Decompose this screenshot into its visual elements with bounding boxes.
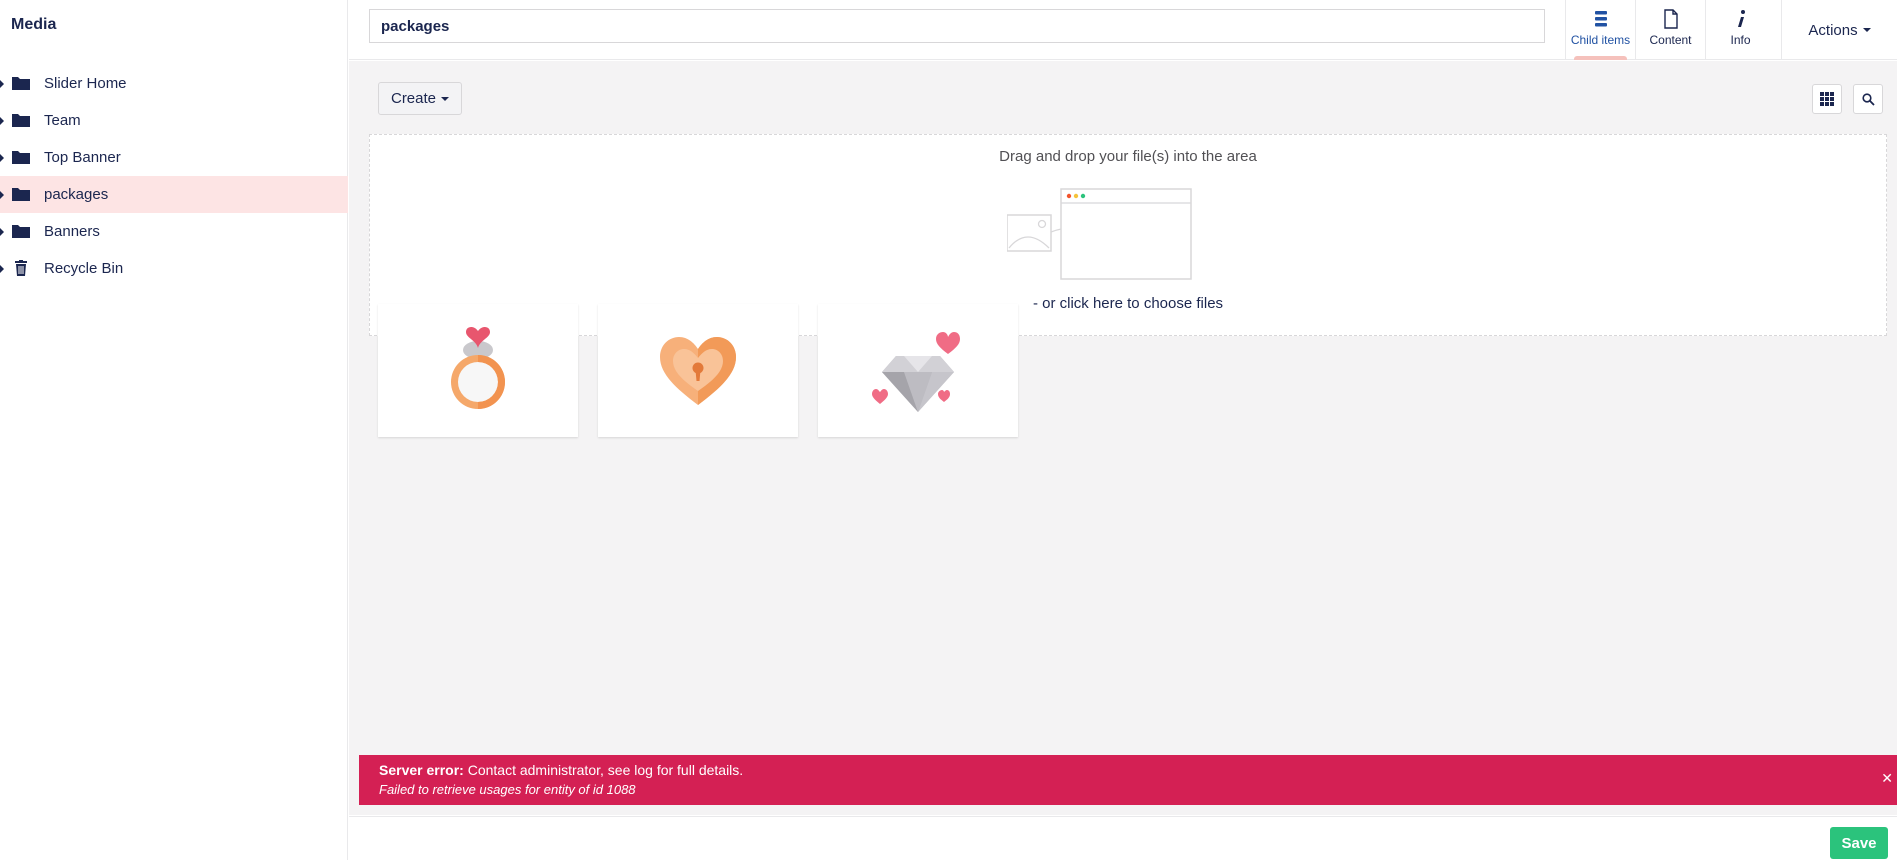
grid-icon bbox=[1820, 92, 1834, 106]
media-tree-sidebar: Media Slider Home Team Top Banner packag… bbox=[0, 0, 348, 860]
editor-footer: Save bbox=[349, 816, 1897, 860]
error-title: Server error: bbox=[379, 762, 464, 778]
tree-item-label: Team bbox=[44, 112, 81, 129]
tree-item-team[interactable]: Team bbox=[0, 102, 348, 139]
section-title: Media bbox=[11, 16, 57, 33]
tab-label: Info bbox=[1730, 33, 1751, 47]
document-icon bbox=[1661, 9, 1681, 29]
trash-icon bbox=[15, 260, 27, 276]
actions-label: Actions bbox=[1808, 21, 1858, 39]
folder-icon bbox=[12, 188, 30, 201]
tab-label: Content bbox=[1649, 33, 1692, 47]
folder-icon bbox=[12, 225, 30, 238]
media-item-card[interactable] bbox=[818, 304, 1018, 437]
grid-view-button[interactable] bbox=[1812, 84, 1842, 114]
media-item-card[interactable] bbox=[598, 304, 798, 437]
tree-item-label: Top Banner bbox=[44, 149, 121, 166]
media-item-card[interactable] bbox=[378, 304, 578, 437]
tab-child-items[interactable]: Child items bbox=[1565, 0, 1635, 60]
tree-item-top-banner[interactable]: Top Banner bbox=[0, 139, 348, 176]
server-error-notification: Server error: Contact administrator, see… bbox=[359, 755, 1897, 805]
expand-caret-icon[interactable] bbox=[0, 228, 4, 236]
folder-icon bbox=[12, 77, 30, 90]
save-button[interactable]: Save bbox=[1830, 827, 1888, 859]
folder-icon bbox=[12, 114, 30, 127]
chevron-down-icon bbox=[1862, 28, 1871, 32]
create-button[interactable]: Create bbox=[378, 82, 462, 115]
actions-button[interactable]: Actions bbox=[1781, 0, 1897, 60]
error-detail: Failed to retrieve usages for entity of … bbox=[379, 782, 636, 797]
list-view-main: Create Drag and drop your file(s) into t… bbox=[349, 61, 1897, 815]
expand-caret-icon[interactable] bbox=[0, 191, 4, 199]
diamond-icon bbox=[872, 331, 960, 412]
tab-content[interactable]: Content bbox=[1635, 0, 1705, 60]
tree-item-recycle-bin[interactable]: Recycle Bin bbox=[0, 250, 348, 287]
file-dropzone[interactable]: Drag and drop your file(s) into the area… bbox=[369, 134, 1887, 336]
node-name-input[interactable] bbox=[369, 9, 1545, 43]
close-icon[interactable]: ✕ bbox=[1881, 771, 1893, 785]
expand-caret-icon[interactable] bbox=[0, 80, 4, 88]
app-tabs: Child items Content Info bbox=[1565, 0, 1775, 60]
dropzone-instruction: Drag and drop your file(s) into the area bbox=[999, 148, 1257, 165]
expand-caret-icon[interactable] bbox=[0, 154, 4, 162]
editor-header: Child items Content Info Actions bbox=[349, 0, 1897, 60]
tree-item-banners[interactable]: Banners bbox=[0, 213, 348, 250]
folder-icon bbox=[12, 151, 30, 164]
list-icon bbox=[1591, 9, 1611, 29]
search-button[interactable] bbox=[1853, 84, 1883, 114]
error-text: Contact administrator, see log for full … bbox=[467, 762, 744, 778]
tree-item-label: Recycle Bin bbox=[44, 260, 124, 277]
expand-caret-icon[interactable] bbox=[0, 265, 4, 273]
tree-item-packages[interactable]: packages bbox=[0, 176, 348, 213]
ring-icon bbox=[451, 326, 505, 409]
error-message: Server error: Contact administrator, see… bbox=[379, 760, 1877, 780]
chevron-down-icon bbox=[441, 96, 450, 101]
tree-item-label: Banners bbox=[44, 223, 100, 240]
tab-label: Child items bbox=[1570, 33, 1631, 47]
heart-lock-icon bbox=[660, 336, 736, 405]
media-tree: Slider Home Team Top Banner packages Ban… bbox=[0, 65, 348, 287]
info-icon bbox=[1731, 9, 1751, 29]
tree-item-slider-home[interactable]: Slider Home bbox=[0, 65, 348, 102]
search-icon bbox=[1861, 92, 1875, 106]
expand-caret-icon[interactable] bbox=[0, 117, 4, 125]
tree-item-label: packages bbox=[44, 186, 109, 203]
create-label: Create bbox=[390, 90, 437, 107]
tab-info[interactable]: Info bbox=[1705, 0, 1775, 60]
upload-illustration-icon bbox=[1007, 188, 1192, 280]
tree-item-label: Slider Home bbox=[44, 75, 127, 92]
